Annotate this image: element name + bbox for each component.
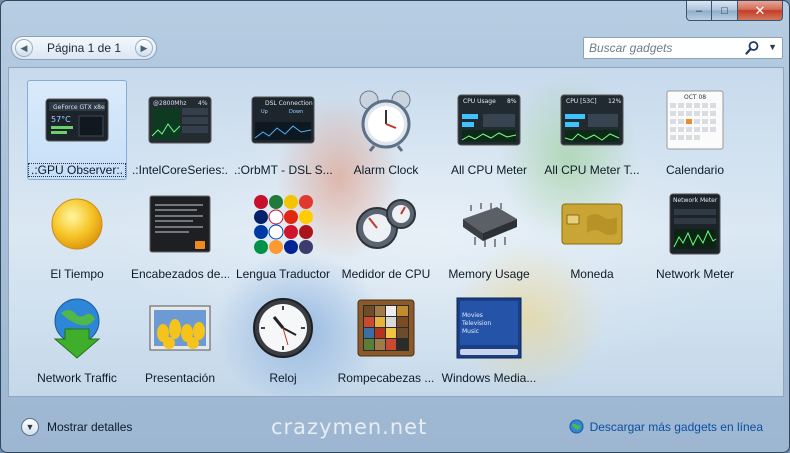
gadget-name: .:GPU Observer:.	[28, 163, 126, 177]
intel-pct-text: 4%	[198, 100, 208, 107]
puzzle-icon	[357, 299, 415, 357]
cpu-meter-icon: CPU Usage 8%	[457, 94, 521, 146]
caption-buttons: – □ ✕	[686, 1, 783, 21]
network-meter-icon: Network Meter	[669, 193, 721, 255]
gadget-tile[interactable]: CPU Usage 8% All CPU Meter	[439, 80, 539, 180]
gadget-name: Network Meter	[655, 267, 735, 281]
download-more-gadgets-label: Descargar más gadgets en línea	[589, 419, 763, 434]
gadget-tile[interactable]: OCT 08 Calendario	[645, 80, 745, 180]
gadget-name: Lengua Traductor	[235, 267, 331, 281]
dsl-down-text: Down	[289, 109, 303, 115]
toolbar: ◀ Página 1 de 1 ▶ ▼	[9, 33, 783, 63]
windows-media-center-icon: Movies Television Music	[456, 297, 522, 359]
status-bar: ▼ Mostrar detalles crazymen.net Descarga…	[1, 405, 789, 449]
gadget-tile[interactable]: Moneda	[542, 184, 642, 284]
chevron-down-circle-icon: ▼	[21, 418, 39, 436]
alarm-clock-icon	[359, 90, 411, 152]
dsl-up-text: Up	[261, 109, 268, 115]
gadget-tile[interactable]: Presentación	[130, 288, 230, 388]
intel-core-series-icon: @2800Mhz 4%	[148, 96, 212, 144]
gadget-tile[interactable]: Encabezados de...	[130, 184, 230, 284]
title-bar: – □ ✕	[1, 1, 789, 29]
chevron-down-icon[interactable]: ▼	[768, 42, 777, 52]
gadget-name: Calendario	[665, 163, 725, 177]
gpu-observer-icon: GeForce GTX x8e 57°C	[45, 98, 109, 142]
gadget-name: Windows Media...	[441, 371, 537, 385]
dsl-connection-icon: DSL Connection Up Down	[251, 96, 315, 144]
gadget-tile[interactable]: Rompecabezas ...	[336, 288, 436, 388]
show-details-button[interactable]: ▼ Mostrar detalles	[21, 418, 132, 436]
media-menu-2: Television	[461, 320, 491, 327]
cpu-temp-text: CPU [53C]	[566, 98, 597, 105]
gadget-name: Encabezados de...	[131, 267, 229, 281]
search-input[interactable]	[584, 38, 734, 58]
slideshow-tulips-icon	[149, 305, 211, 351]
weather-sun-icon	[51, 198, 103, 250]
gadget-name: El Tiempo	[50, 267, 104, 281]
minimize-button[interactable]: –	[686, 1, 712, 21]
show-details-label: Mostrar detalles	[47, 420, 133, 434]
flags-translator-icon	[254, 195, 313, 254]
dsl-title-text: DSL Connection	[265, 100, 313, 107]
memory-chip-icon	[463, 203, 517, 247]
close-button[interactable]: ✕	[738, 1, 783, 21]
gadget-name: Reloj	[269, 371, 297, 385]
gadget-tile[interactable]: GeForce GTX x8e 57°C .:GPU Observer:.	[27, 80, 127, 180]
gadget-name: All CPU Meter	[450, 163, 527, 177]
watermark-text: crazymen.net	[271, 415, 428, 439]
next-page-button[interactable]: ▶	[135, 39, 153, 57]
gpu-temp-text: 57°C	[51, 115, 71, 124]
currency-card-icon	[561, 203, 623, 245]
media-menu-3: Music	[462, 328, 479, 335]
cpu-usage-text: CPU Usage	[463, 98, 496, 105]
gadget-name: Rompecabezas ...	[337, 371, 435, 385]
search-box: ▼	[583, 37, 783, 59]
gadget-name: Medidor de CPU	[341, 267, 431, 281]
gadget-grid-panel: GeForce GTX x8e 57°C .:GPU Observer:. @2…	[8, 67, 784, 397]
gadget-name: Moneda	[570, 267, 614, 281]
calendar-icon: OCT 08	[666, 90, 724, 150]
search-icon[interactable]	[744, 40, 760, 56]
intel-speed-text: @2800Mhz	[153, 100, 186, 107]
chevron-right-icon: ▶	[140, 42, 148, 53]
gadget-tile[interactable]: Alarm Clock	[336, 80, 436, 180]
chevron-left-icon: ◀	[20, 42, 28, 53]
clock-icon	[253, 298, 313, 358]
gadget-name: Memory Usage	[448, 267, 530, 281]
cpu-meter-temp-icon: CPU [53C] 12%	[560, 94, 624, 146]
gadget-tile[interactable]: Reloj	[233, 288, 333, 388]
net-meter-title-text: Network Meter	[673, 197, 718, 204]
gadget-name: All CPU Meter T...	[544, 163, 640, 177]
rss-headlines-icon	[149, 195, 211, 253]
gadget-tile[interactable]: Lengua Traductor	[233, 184, 333, 284]
gadget-name: .:OrbMT - DSL S...	[234, 163, 332, 177]
gadget-gallery-window: – □ ✕ ◀ Página 1 de 1 ▶ ▼	[0, 0, 790, 453]
gadget-name: Presentación	[144, 371, 216, 385]
gadget-name: Network Traffic	[37, 371, 117, 385]
cpu-gauge-icon	[356, 199, 416, 249]
globe-icon	[569, 419, 584, 434]
globe-download-icon	[53, 298, 101, 359]
maximize-button[interactable]: □	[712, 1, 738, 21]
previous-page-button[interactable]: ◀	[15, 39, 33, 57]
gadget-tile[interactable]: DSL Connection Up Down .:OrbMT - DSL S..…	[233, 80, 333, 180]
cpu-usage-pct-text: 8%	[507, 98, 517, 105]
gadget-tile[interactable]: El Tiempo	[27, 184, 127, 284]
page-navigator: ◀ Página 1 de 1 ▶	[11, 36, 157, 60]
gadget-tile[interactable]: Medidor de CPU	[336, 184, 436, 284]
gadget-tile[interactable]: @2800Mhz 4% .:IntelCoreSeries:.	[130, 80, 230, 180]
gadget-tile[interactable]: Network Meter Network Meter	[645, 184, 745, 284]
gadget-name: .:IntelCoreSeries:.	[131, 163, 229, 177]
gadget-tile[interactable]: Movies Television Music Windows Media...	[439, 288, 539, 388]
gadget-tile[interactable]: CPU [53C] 12% All CPU Meter T...	[542, 80, 642, 180]
gadget-tile[interactable]: Network Traffic	[27, 288, 127, 388]
gadget-tile[interactable]: Memory Usage	[439, 184, 539, 284]
calendar-month-text: OCT 08	[684, 94, 706, 101]
gadget-name: Alarm Clock	[353, 163, 419, 177]
media-menu-1: Movies	[462, 312, 483, 319]
gpu-name-text: GeForce GTX x8e	[53, 104, 105, 111]
download-more-gadgets-link[interactable]: Descargar más gadgets en línea	[569, 419, 763, 434]
page-label: Página 1 de 1	[46, 41, 122, 55]
cpu-temp-pct-text: 12%	[608, 98, 622, 105]
